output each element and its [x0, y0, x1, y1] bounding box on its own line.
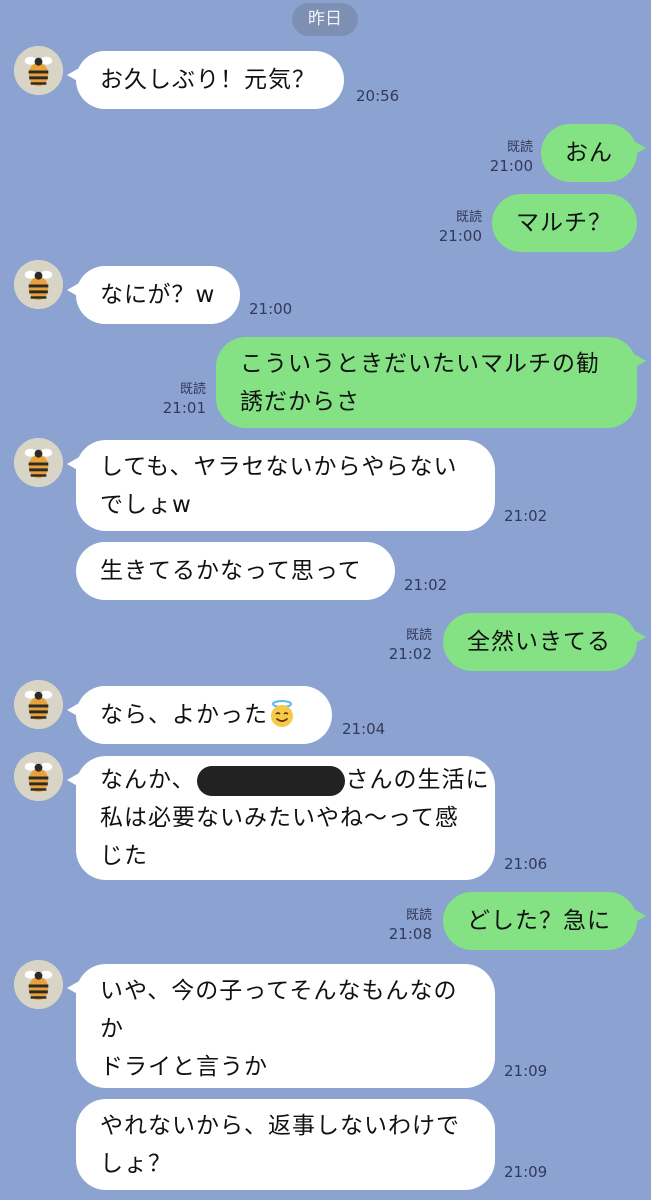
- contact-avatar[interactable]: [14, 960, 63, 1009]
- message-status: 既読 21:00: [490, 139, 533, 175]
- message-text: こういうときだいたいマルチの勧: [240, 351, 600, 377]
- bee-icon: [14, 438, 63, 487]
- message-status: 既読 21:02: [389, 627, 432, 663]
- contact-avatar[interactable]: [14, 680, 63, 729]
- message-time: 21:02: [388, 645, 432, 663]
- incoming-message[interactable]: お久しぶり！元気？: [67, 51, 344, 109]
- incoming-message[interactable]: やれないから、返事しないわけで しょ？: [76, 1099, 495, 1190]
- message-status: 既読 21:08: [389, 907, 432, 943]
- redacted-name: [196, 765, 345, 796]
- bee-icon: [14, 46, 63, 95]
- message-text: じた: [100, 843, 148, 869]
- read-status: 既読: [405, 628, 432, 643]
- message-text: でしょw: [100, 492, 192, 518]
- message-time: 21:00: [489, 157, 533, 175]
- message-text: おん: [565, 140, 613, 166]
- contact-avatar[interactable]: [14, 752, 63, 801]
- message-time: 21:09: [504, 1062, 548, 1080]
- date-divider: 昨日: [292, 3, 358, 36]
- outgoing-message[interactable]: どした？急に: [443, 892, 646, 950]
- message-text: ドライと言うか: [100, 1054, 268, 1080]
- incoming-message[interactable]: なんか、 さんの生活に 私は必要ないみたいやね〜って感 じた: [67, 756, 495, 880]
- message-text-segment: なんか、: [100, 767, 196, 793]
- message-time: 21:00: [438, 227, 482, 245]
- message-text: いや、今の子ってそんなもんなの: [100, 978, 458, 1004]
- read-status: 既読: [506, 140, 533, 155]
- message-text: しょ？: [100, 1151, 172, 1177]
- bee-icon: [14, 960, 63, 1009]
- read-status: 既読: [179, 382, 206, 397]
- message-time: 21:00: [249, 300, 293, 318]
- outgoing-message[interactable]: おん: [541, 124, 646, 182]
- message-text: お久しぶり！元気？: [100, 67, 316, 93]
- message-status: 既読 21:00: [439, 209, 482, 245]
- message-text: か: [100, 1016, 124, 1042]
- outgoing-message[interactable]: こういうときだいたいマルチの勧 誘だからさ: [216, 337, 646, 428]
- incoming-message[interactable]: 生きてるかなって思って: [76, 542, 395, 600]
- incoming-message[interactable]: なら、よかった: [67, 686, 332, 744]
- message-time: 21:02: [504, 507, 548, 525]
- message-text: なんか、 さんの生活に: [100, 761, 489, 799]
- message-text: どした？急に: [467, 908, 611, 934]
- contact-avatar[interactable]: [14, 46, 63, 95]
- incoming-message[interactable]: しても、ヤラセないからやらない でしょw: [67, 440, 495, 531]
- message-text: 誘だからさ: [240, 389, 360, 415]
- contact-avatar[interactable]: [14, 260, 63, 309]
- contact-avatar[interactable]: [14, 438, 63, 487]
- bee-icon: [14, 680, 63, 729]
- message-time: 21:02: [404, 576, 448, 594]
- read-status: 既読: [455, 210, 482, 225]
- message-text-segment: なら、よかった: [100, 702, 268, 728]
- message-time: 21:01: [162, 399, 206, 417]
- message-time: 21:08: [388, 925, 432, 943]
- incoming-message[interactable]: いや、今の子ってそんなもんなの か ドライと言うか: [67, 964, 495, 1088]
- message-text: しても、ヤラセないからやらない: [100, 454, 458, 480]
- message-text: なら、よかった: [100, 696, 308, 734]
- message-text: 私は必要ないみたいやね〜って感: [100, 805, 459, 831]
- message-time: 21:04: [342, 720, 386, 738]
- message-text: 生きてるかなって思って: [100, 558, 362, 584]
- bee-icon: [14, 260, 63, 309]
- outgoing-message[interactable]: マルチ？: [492, 194, 637, 252]
- message-status: 既読 21:01: [163, 381, 206, 417]
- message-text: なにが？w: [100, 282, 216, 308]
- outgoing-message[interactable]: 全然いきてる: [443, 613, 646, 671]
- smiling-face-with-halo-icon: [268, 699, 296, 728]
- message-text: やれないから、返事しないわけで: [100, 1113, 460, 1139]
- message-time: 21:06: [504, 855, 548, 873]
- message-time: 21:09: [504, 1163, 548, 1181]
- message-text: マルチ？: [516, 210, 612, 236]
- bee-icon: [14, 752, 63, 801]
- read-status: 既読: [405, 908, 432, 923]
- message-text-segment: さんの生活に: [345, 767, 490, 793]
- message-text: 全然いきてる: [467, 629, 611, 655]
- message-time: 20:56: [356, 87, 400, 105]
- incoming-message[interactable]: なにが？w: [67, 266, 240, 324]
